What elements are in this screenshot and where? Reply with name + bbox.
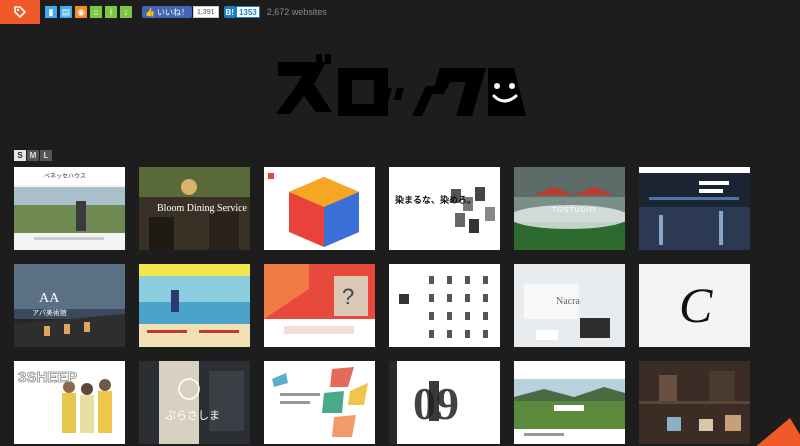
svg-text:AA: AA — [39, 291, 60, 306]
bookmark-icon[interactable]: ▮ — [45, 6, 57, 18]
site-thumbnail[interactable]: Nacra — [514, 264, 625, 347]
thumbnail-caption: TOSTUDIO — [552, 207, 597, 214]
hatena-bookmark-button[interactable]: B! — [223, 6, 236, 18]
like-button[interactable]: 👍 いいね！ — [142, 6, 192, 18]
thumbnail-caption: ぷらさしま — [165, 410, 220, 422]
thumbnail-image — [514, 361, 625, 444]
site-thumbnail[interactable] — [639, 167, 750, 250]
size-l-button[interactable]: L — [40, 150, 52, 161]
site-thumbnail[interactable]: ? — [264, 264, 375, 347]
thumbnail-image — [264, 361, 375, 444]
thumbnail-image — [389, 264, 500, 347]
thumbnail-caption: 3SHEEP — [18, 369, 78, 387]
site-thumbnail[interactable]: AA アパ美術館 — [14, 264, 125, 347]
book-icon[interactable]: ▤ — [60, 6, 72, 18]
thumbnail-image — [639, 167, 750, 250]
thumbnail-caption: Nacra — [556, 296, 580, 307]
tag-button[interactable] — [0, 0, 40, 24]
site-thumbnail[interactable] — [139, 264, 250, 347]
site-thumbnail[interactable] — [389, 264, 500, 347]
thumbnail-image — [139, 361, 250, 444]
thumbnail-caption: Bloom Dining Service — [157, 203, 247, 214]
site-thumbnail[interactable]: ベネッセハウス — [14, 167, 125, 250]
tag-icon — [14, 6, 27, 19]
like-count: 1,391 — [192, 6, 219, 18]
share-toolbar: ▮ ▤ ◉ ⌂ i ↓ 👍 いいね！ 1,391 B! 1353 2,672 w… — [0, 0, 800, 24]
corner-decoration — [756, 418, 800, 446]
like-label: いいね！ — [156, 7, 189, 17]
thumbnail-image — [264, 167, 375, 250]
thumbnail-image: ? — [264, 264, 375, 347]
thumbnail-caption: アパ美術館 — [32, 310, 67, 317]
size-s-button[interactable]: S — [14, 150, 26, 161]
download-icon[interactable]: ↓ — [120, 6, 132, 18]
thumbnail-caption: 09 — [413, 378, 459, 429]
site-logo[interactable] — [276, 54, 526, 128]
thumbnail-image — [389, 167, 500, 250]
thumbnail-grid: ベネッセハウス Bloom Dining Service 染まるな、染めろ。 T… — [14, 167, 750, 444]
site-count: 2,672 websites — [266, 7, 327, 17]
size-m-button[interactable]: M — [27, 150, 39, 161]
thumbnail-size-switch: S M L — [14, 150, 52, 161]
site-thumbnail[interactable]: 3SHEEP — [14, 361, 125, 444]
site-thumbnail[interactable]: TOSTUDIO — [514, 167, 625, 250]
thumbs-up-icon: 👍 — [145, 7, 155, 17]
site-thumbnail[interactable]: C — [639, 264, 750, 347]
site-thumbnail[interactable]: 09 — [389, 361, 500, 444]
site-thumbnail[interactable]: 染まるな、染めろ。 — [389, 167, 500, 250]
thumbnail-image — [139, 264, 250, 347]
thumbnail-caption: C — [679, 277, 713, 333]
thumbnail-image: AA — [14, 264, 125, 347]
info-icon[interactable]: i — [105, 6, 117, 18]
site-thumbnail[interactable] — [264, 361, 375, 444]
svg-text:?: ? — [342, 284, 354, 309]
site-thumbnail[interactable] — [514, 361, 625, 444]
home-icon[interactable]: ⌂ — [90, 6, 102, 18]
rss-icon[interactable]: ◉ — [75, 6, 87, 18]
thumbnail-caption: 染まるな、染めろ。 — [395, 195, 477, 205]
site-thumbnail[interactable]: Bloom Dining Service — [139, 167, 250, 250]
site-thumbnail[interactable]: ぷらさしま — [139, 361, 250, 444]
hatena-count: 1353 — [235, 6, 260, 18]
site-thumbnail[interactable] — [264, 167, 375, 250]
thumbnail-caption: ベネッセハウス — [44, 174, 87, 180]
